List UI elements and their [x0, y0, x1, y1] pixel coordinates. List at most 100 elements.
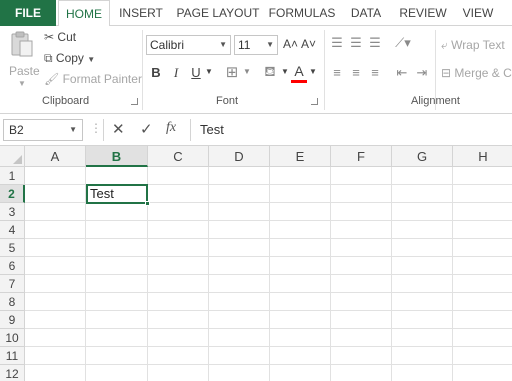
- select-all-button[interactable]: [0, 146, 25, 167]
- alignment-group-label: Alignment: [411, 95, 460, 107]
- row-header-8[interactable]: 8: [0, 293, 25, 311]
- row-header-4[interactable]: 4: [0, 221, 25, 239]
- copy-icon: ⧉: [44, 51, 53, 65]
- ribbon-tabbar: FILE HOME INSERT PAGE LAYOUT FORMULAS DA…: [0, 0, 512, 27]
- wrap-text-label: Wrap Text: [451, 38, 505, 52]
- chevron-down-icon: ▼: [69, 125, 77, 134]
- column-header-e[interactable]: E: [270, 146, 331, 167]
- gridline: [25, 238, 512, 239]
- bold-button[interactable]: B: [150, 65, 162, 80]
- format-painter-label: Format Painter: [62, 72, 142, 86]
- row-header-6[interactable]: 6: [0, 257, 25, 275]
- tab-formulas[interactable]: FORMULAS: [268, 0, 336, 26]
- column-header-d[interactable]: D: [209, 146, 270, 167]
- name-box[interactable]: B2 ▼: [3, 119, 83, 141]
- borders-icon[interactable]: ⊞: [224, 63, 240, 81]
- column-header-f[interactable]: F: [331, 146, 392, 167]
- align-bottom-icon[interactable]: ☰: [368, 35, 382, 51]
- chevron-down-icon[interactable]: ▼: [205, 67, 213, 76]
- paste-label: Paste: [9, 64, 40, 78]
- align-center-icon[interactable]: ≡: [349, 65, 363, 80]
- gridline: [25, 346, 512, 347]
- group-divider: [142, 30, 143, 110]
- orientation-icon[interactable]: ⟋▾: [394, 35, 412, 51]
- chevron-down-icon[interactable]: ▼: [309, 67, 317, 76]
- underline-button[interactable]: U: [190, 65, 202, 80]
- tab-file[interactable]: FILE: [0, 0, 56, 26]
- divider: [103, 119, 104, 141]
- copy-label: Copy: [55, 51, 84, 65]
- decrease-indent-icon[interactable]: ⇤: [394, 65, 410, 81]
- fill-handle[interactable]: [145, 201, 150, 206]
- scissors-icon: ✂: [44, 30, 55, 44]
- chevron-down-icon: ▼: [18, 79, 26, 88]
- tab-page-layout[interactable]: PAGE LAYOUT: [172, 0, 264, 26]
- column-header-a[interactable]: A: [25, 146, 86, 167]
- wrap-text-button[interactable]: ⤶ Wrap Text: [441, 38, 505, 53]
- increase-indent-icon[interactable]: ⇥: [414, 65, 430, 81]
- font-size-select[interactable]: 11 ▼: [234, 35, 278, 55]
- format-painter-button[interactable]: 🖌 Format Painter: [44, 72, 142, 86]
- ribbon-home: Paste ▼ ✂ Cut ⧉ Copy ▼ 🖌 Format Painter …: [0, 26, 512, 114]
- tab-review[interactable]: REVIEW: [395, 0, 451, 26]
- merge-center-icon: ⊟: [441, 66, 452, 80]
- font-launcher-icon[interactable]: [311, 98, 318, 105]
- font-group-label: Font: [216, 95, 239, 107]
- paintbrush-icon: 🖌: [44, 72, 60, 86]
- row-header-12[interactable]: 12: [0, 365, 25, 381]
- formula-bar: B2 ▼ ⋮ ✕ ✓ fx Test: [0, 114, 512, 146]
- row-header-10[interactable]: 10: [0, 329, 25, 347]
- tab-data[interactable]: DATA: [343, 0, 389, 26]
- tab-home[interactable]: HOME: [58, 0, 110, 27]
- font-color-swatch: [291, 80, 307, 83]
- enter-check-icon[interactable]: ✓: [140, 120, 153, 138]
- tab-view[interactable]: VIEW: [455, 0, 501, 26]
- merge-center-button[interactable]: ⊟ Merge & C: [441, 66, 512, 80]
- row-header-7[interactable]: 7: [0, 275, 25, 293]
- cell-b2[interactable]: Test: [86, 184, 148, 204]
- column-header-g[interactable]: G: [392, 146, 453, 167]
- column-header-b[interactable]: B: [86, 146, 148, 167]
- gridline: [25, 292, 512, 293]
- gridline: [25, 256, 512, 257]
- insert-function-icon[interactable]: fx: [166, 120, 176, 136]
- align-right-icon[interactable]: ≡: [368, 65, 382, 80]
- row-header-2[interactable]: 2: [0, 185, 25, 203]
- column-header-h[interactable]: H: [453, 146, 512, 167]
- cut-label: Cut: [57, 30, 77, 44]
- group-divider: [324, 30, 325, 110]
- cancel-icon[interactable]: ✕: [112, 120, 125, 138]
- chevron-down-icon: ▼: [266, 40, 274, 49]
- cut-button[interactable]: ✂ Cut: [44, 30, 76, 44]
- gridline: [25, 310, 512, 311]
- more-options-icon[interactable]: ⋮: [90, 121, 102, 135]
- row-header-1[interactable]: 1: [0, 167, 25, 185]
- font-color-button[interactable]: A: [292, 63, 306, 79]
- align-middle-icon[interactable]: ☰: [349, 35, 363, 51]
- worksheet-grid[interactable]: A B C D E F G H 1 2 3 4 5 6 7 8 9 10 11 …: [0, 146, 512, 381]
- chevron-down-icon: ▼: [219, 40, 227, 49]
- chevron-down-icon: ▼: [87, 55, 96, 64]
- clipboard-launcher-icon[interactable]: [131, 98, 138, 105]
- formula-input[interactable]: Test: [196, 119, 512, 141]
- align-left-icon[interactable]: ≡: [330, 65, 344, 80]
- chevron-down-icon[interactable]: ▼: [281, 67, 289, 76]
- row-header-11[interactable]: 11: [0, 347, 25, 365]
- tab-insert[interactable]: INSERT: [114, 0, 168, 26]
- row-header-5[interactable]: 5: [0, 239, 25, 257]
- align-top-icon[interactable]: ☰: [330, 35, 344, 51]
- fill-color-icon[interactable]: ⛾: [262, 63, 278, 82]
- gridline: [25, 220, 512, 221]
- font-color-letter: A: [294, 63, 304, 79]
- font-family-select[interactable]: Calibri ▼: [146, 35, 231, 55]
- shrink-font-icon[interactable]: A˅: [301, 37, 316, 51]
- italic-button[interactable]: I: [170, 65, 182, 81]
- column-header-c[interactable]: C: [148, 146, 209, 167]
- row-header-3[interactable]: 3: [0, 203, 25, 221]
- chevron-down-icon[interactable]: ▼: [243, 67, 251, 76]
- gridline: [25, 364, 512, 365]
- grow-font-icon[interactable]: A˄: [283, 37, 298, 51]
- name-box-value: B2: [9, 123, 24, 137]
- row-header-9[interactable]: 9: [0, 311, 25, 329]
- copy-button[interactable]: ⧉ Copy ▼: [44, 51, 95, 66]
